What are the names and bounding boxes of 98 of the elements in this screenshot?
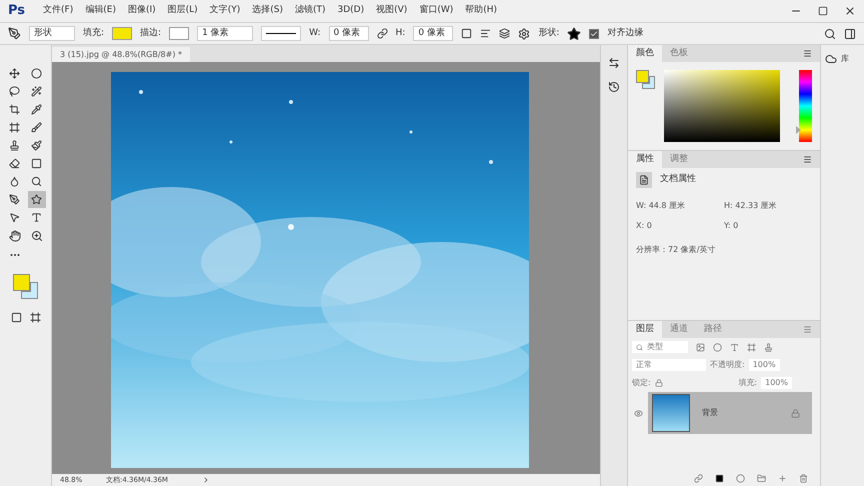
menu-item[interactable]: 3D(D) [332, 4, 370, 18]
history-brush-icon [31, 140, 42, 151]
document-icon [636, 172, 652, 188]
folder-icon[interactable] [757, 474, 766, 482]
hue-slider-thumb[interactable] [796, 126, 801, 134]
property-value: Y: 0 [724, 220, 740, 232]
width-field[interactable]: 0 像素 [328, 26, 368, 41]
foreground-swatch[interactable] [636, 70, 649, 83]
cloud-icon[interactable] [825, 53, 837, 65]
stroke-label: 描边: [140, 26, 162, 40]
image-filter-icon[interactable] [696, 342, 705, 352]
foreground-swatch[interactable] [12, 274, 30, 291]
property-value: H: 42.33 厘米 [724, 200, 778, 212]
stroke-width-field[interactable]: 1 像素 [197, 26, 254, 41]
stamp-icon [9, 140, 20, 151]
arrange-icon[interactable] [499, 28, 510, 39]
menu-item[interactable]: 编辑(E) [79, 4, 122, 18]
align-icon[interactable] [480, 28, 492, 39]
close-icon[interactable] [844, 5, 856, 17]
width-label: W: [309, 26, 320, 40]
freeform-pen-icon[interactable] [8, 27, 21, 40]
resolution-text: 分辨率：72 像素/英寸 [635, 244, 716, 256]
zoom-icon[interactable] [30, 230, 42, 242]
frame-icon [9, 122, 20, 133]
blend-mode-dropdown[interactable]: 正常 [632, 359, 706, 371]
library-label[interactable]: 库 [841, 53, 849, 65]
crop-icon [9, 104, 20, 115]
blur-icon [9, 176, 20, 187]
search-icon[interactable] [824, 28, 836, 40]
mask-icon[interactable] [715, 474, 724, 482]
brush-icon [31, 122, 42, 133]
menu-item[interactable]: 选择(S) [246, 4, 289, 18]
lasso-icon [9, 86, 20, 97]
fill-field[interactable]: 100% [761, 377, 792, 389]
opacity-field[interactable]: 100% [748, 359, 780, 371]
panel-tab[interactable]: 颜色 [628, 45, 662, 62]
layer-filter-dropdown[interactable]: 类型 [632, 341, 688, 353]
menu-item[interactable]: 视图(V) [370, 4, 414, 18]
layer-thumbnail [652, 394, 690, 432]
mode-dropdown[interactable]: 形状 [29, 26, 75, 41]
shape-label: 形状: [538, 26, 560, 40]
menu-item[interactable]: 文字(Y) [204, 4, 246, 18]
tool-button[interactable] [28, 191, 46, 208]
background-swatch[interactable] [642, 76, 655, 89]
hue-slider[interactable] [796, 70, 812, 142]
fill-swatch[interactable] [112, 27, 132, 40]
opacity-label: 不透明度: [710, 359, 745, 371]
eyedropper-icon [31, 104, 42, 115]
settings-icon[interactable] [518, 28, 530, 40]
fill-label: 填充: [83, 26, 104, 40]
menu-item[interactable]: 文件(F) [37, 4, 80, 18]
lock-label: 锁定: [632, 377, 651, 389]
link-icon[interactable] [376, 28, 388, 39]
menu-item[interactable]: 图像(I) [122, 4, 162, 18]
trash-icon[interactable] [799, 474, 808, 482]
menu-item[interactable]: 图层(L) [162, 4, 204, 18]
panel-tab[interactable]: 图层 [628, 321, 662, 338]
move-icon [9, 68, 20, 79]
align-edges-label: 对齐边缘 [607, 26, 644, 40]
align-edges-checkbox[interactable] [589, 28, 600, 38]
eraser-icon [9, 158, 20, 169]
layer-row[interactable]: 背景 [648, 392, 812, 434]
wand-icon [31, 86, 42, 97]
shape-icon [31, 194, 42, 205]
height-label: H: [396, 26, 406, 40]
fill-label: 填充: [738, 377, 758, 389]
menu-item[interactable]: 帮助(H) [459, 4, 504, 18]
menu-item[interactable]: 窗口(W) [413, 4, 460, 18]
property-value: X: 0 [636, 220, 653, 232]
new-layer-icon[interactable] [778, 474, 787, 482]
hand-icon[interactable] [8, 230, 20, 242]
maximize-icon[interactable] [818, 6, 828, 16]
property-value: W: 44.8 厘米 [636, 200, 686, 212]
stroke-swatch[interactable] [169, 27, 190, 40]
lock-icon[interactable] [654, 379, 663, 387]
star-icon[interactable] [567, 26, 582, 40]
menu-item[interactable]: 滤镜(T) [288, 4, 332, 18]
document-tab[interactable]: 3 (15).jpg @ 48.8%(RGB/8#) * [52, 47, 190, 62]
workspace-icon[interactable] [844, 28, 856, 40]
search-icon [636, 344, 643, 350]
filter-text: 类型 [647, 341, 663, 353]
color-picker-field[interactable] [664, 70, 780, 142]
height-field[interactable]: 0 像素 [413, 26, 454, 41]
pen-icon [9, 194, 20, 205]
panel-menu-icon[interactable] [803, 155, 812, 164]
panel-tab[interactable]: 属性 [628, 151, 662, 168]
app-logo: Ps [8, 2, 26, 20]
ellipse-select-icon [31, 68, 42, 79]
type-filter-icon[interactable] [730, 342, 739, 352]
panel-menu-icon[interactable] [803, 49, 812, 58]
background-swatch[interactable] [20, 282, 38, 299]
type-icon [31, 212, 42, 223]
properties-header: 文档属性 [660, 173, 696, 186]
pointer-icon [9, 212, 20, 223]
chevron-right-icon[interactable] [202, 476, 210, 484]
layer-name: 背景 [702, 407, 719, 419]
visibility-icon[interactable] [634, 408, 642, 418]
stroke-style-dropdown[interactable] [261, 26, 302, 41]
